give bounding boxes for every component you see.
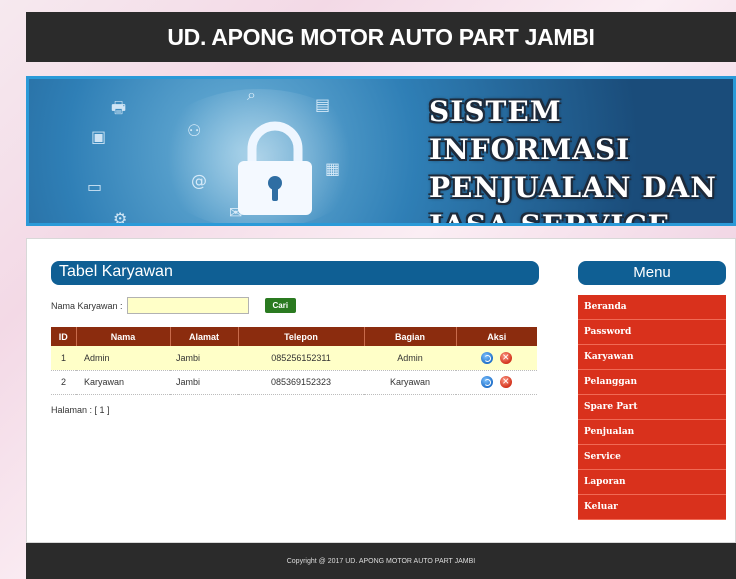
chart-icon: ▤ (315, 95, 331, 114)
cell-nama: Admin (76, 346, 170, 371)
sidebar: Menu Beranda Password Karyawan Pelanggan… (578, 261, 726, 520)
menu-item-laporan[interactable]: Laporan (578, 470, 726, 495)
search-button[interactable]: Cari (264, 298, 297, 313)
search-form: Nama Karyawan : Cari (51, 297, 539, 314)
table-header-row: ID Nama Alamat Telepon Bagian Aksi (51, 327, 537, 346)
cell-id: 1 (51, 346, 76, 371)
banner: 🖶 ▣ ▭ ⚇ @ ⌕ ▤ ▦ ✉ ⚙ SISTEM INFORMASI PEN… (26, 76, 736, 226)
search-input[interactable] (126, 297, 249, 314)
delete-icon[interactable] (499, 373, 512, 389)
menu-item-karyawan[interactable]: Karyawan (578, 345, 726, 370)
table-row: 1 Admin Jambi 085256152311 Admin (51, 346, 537, 371)
cell-bagian: Admin (364, 346, 456, 371)
col-bagian: Bagian (364, 327, 457, 346)
menu-list: Beranda Password Karyawan Pelanggan Spar… (578, 295, 726, 520)
cell-telepon: 085369152323 (238, 370, 364, 395)
pagination[interactable]: Halaman : [ 1 ] (51, 405, 539, 415)
table-title: Tabel Karyawan (51, 261, 539, 285)
cell-aksi (456, 346, 537, 371)
menu-item-beranda[interactable]: Beranda (578, 295, 726, 320)
cell-nama: Karyawan (76, 370, 170, 395)
monitor-icon: ▭ (87, 177, 103, 196)
cell-aksi (456, 370, 537, 395)
col-telepon: Telepon (238, 327, 365, 346)
main-area: Tabel Karyawan Nama Karyawan : Cari ID N… (51, 261, 539, 415)
menu-item-service[interactable]: Service (578, 445, 726, 470)
cell-id: 2 (51, 370, 76, 395)
banner-line-3: JASA SERVICE (429, 209, 670, 226)
table-row: 2 Karyawan Jambi 085369152323 Karyawan (51, 370, 537, 395)
edit-icon[interactable] (481, 351, 494, 364)
col-aksi: Aksi (456, 327, 537, 346)
cell-telepon: 085256152311 (238, 346, 364, 371)
menu-item-password[interactable]: Password (578, 320, 726, 345)
gear-icon: ⚙ (113, 209, 128, 226)
calendar-icon: ▦ (325, 159, 341, 178)
site-title: UD. APONG MOTOR AUTO PART JAMBI (167, 23, 595, 50)
banner-line-2: PENJUALAN DAN (429, 171, 717, 204)
col-nama: Nama (76, 327, 171, 346)
site-footer: Copyright @ 2017 UD. APONG MOTOR AUTO PA… (26, 543, 736, 579)
cell-bagian: Karyawan (364, 370, 456, 395)
employee-table: ID Nama Alamat Telepon Bagian Aksi 1 Adm… (51, 327, 537, 395)
banner-line-1: SISTEM INFORMASI (429, 95, 631, 166)
menu-item-penjualan[interactable]: Penjualan (578, 420, 726, 445)
content-panel: Tabel Karyawan Nama Karyawan : Cari ID N… (26, 238, 736, 543)
image-icon: ▣ (91, 127, 107, 146)
delete-icon[interactable] (499, 349, 512, 365)
people-icon: ⚇ (187, 121, 202, 140)
at-icon: @ (191, 171, 207, 190)
cell-alamat: Jambi (170, 370, 238, 395)
banner-text: SISTEM INFORMASI PENJUALAN DAN JASA SERV… (429, 93, 733, 226)
col-alamat: Alamat (170, 327, 239, 346)
search-icon: ⌕ (247, 85, 256, 104)
menu-title: Menu (578, 261, 726, 285)
edit-icon[interactable] (481, 376, 494, 388)
menu-item-keluar[interactable]: Keluar (578, 495, 726, 520)
lock-icon (238, 121, 312, 215)
printer-icon: 🖶 (111, 98, 127, 117)
search-label: Nama Karyawan : (51, 300, 123, 311)
cell-alamat: Jambi (170, 346, 238, 371)
menu-item-spare-part[interactable]: Spare Part (578, 395, 726, 420)
menu-item-pelanggan[interactable]: Pelanggan (578, 370, 726, 395)
page-wrapper: UD. APONG MOTOR AUTO PART JAMBI 🖶 ▣ ▭ ⚇ … (26, 12, 736, 543)
copyright-text: Copyright @ 2017 UD. APONG MOTOR AUTO PA… (286, 558, 476, 565)
site-header: UD. APONG MOTOR AUTO PART JAMBI (26, 12, 736, 62)
col-id: ID (51, 327, 77, 346)
